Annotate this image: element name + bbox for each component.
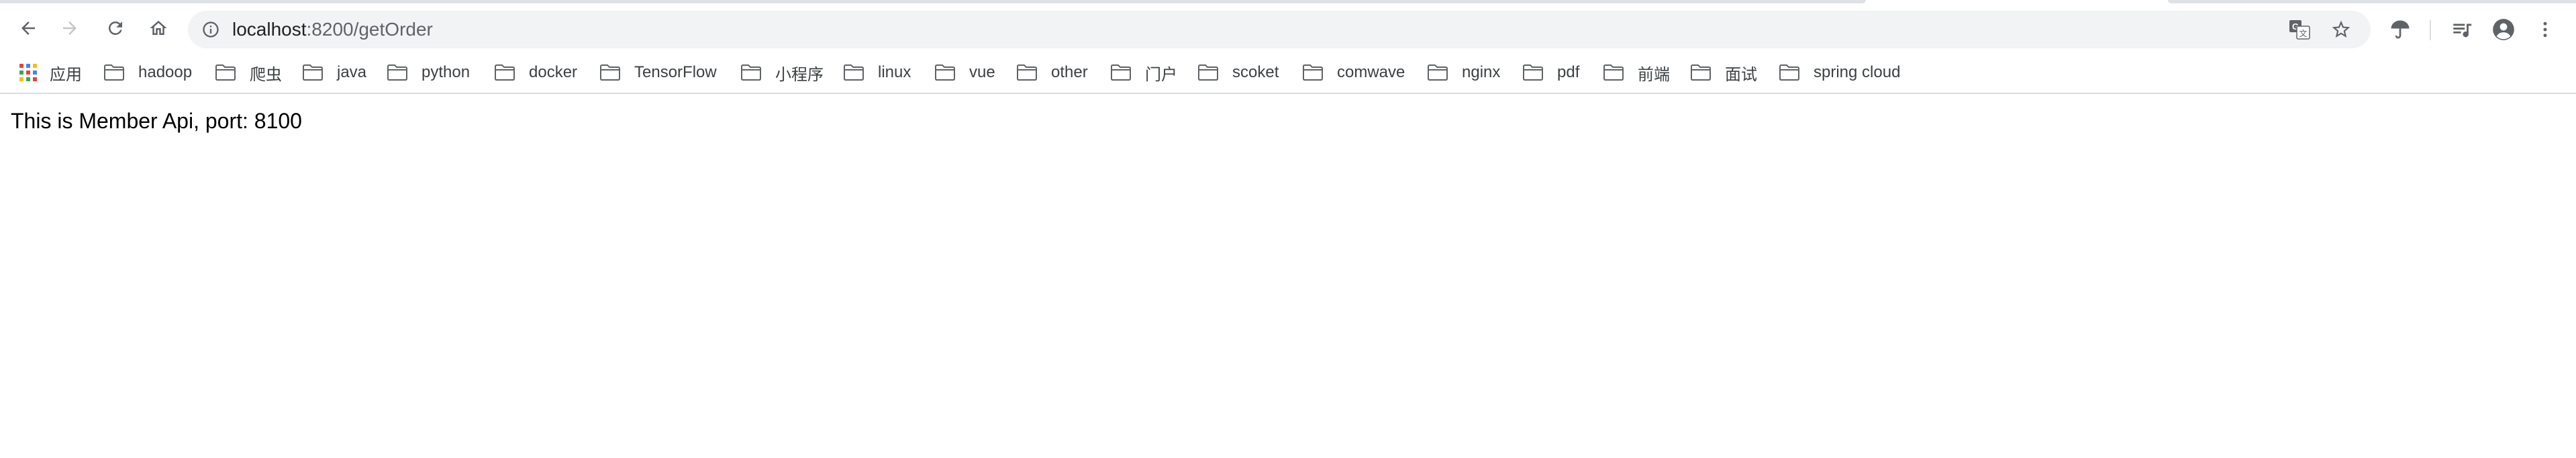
kebab-menu-icon [2543,21,2547,38]
address-url[interactable]: localhost:8200/getOrder [232,20,433,39]
bookmark-folder[interactable]: hadoop [103,60,192,85]
menu-button[interactable] [2532,16,2559,43]
address-bar[interactable]: localhost:8200/getOrder G 文 [188,11,2371,48]
address-host: localhost [232,19,307,40]
bookmark-folder[interactable]: 爬虫 [215,60,282,85]
profile-button[interactable] [2490,16,2517,43]
home-button[interactable] [141,11,176,46]
media-queue-button[interactable] [2448,16,2475,43]
bookmark-label: 面试 [1725,65,1757,84]
bookmark-folder[interactable]: vue [934,60,995,85]
bookmark-folder[interactable]: 小程序 [740,60,824,85]
folder-icon [495,64,515,81]
toolbar-divider [2430,20,2431,40]
bookmark-folder[interactable]: TensorFlow [599,60,717,85]
bookmark-label: 小程序 [775,65,824,84]
umbrella-icon [2391,20,2410,39]
folder-icon [215,64,236,81]
info-icon[interactable] [201,20,220,39]
folder-icon [1303,64,1323,81]
folder-icon [844,64,864,81]
address-path: :8200/getOrder [306,19,433,40]
folder-icon [935,64,955,81]
folder-icon [387,64,407,81]
home-icon [150,20,167,35]
bookmark-folder[interactable]: 门户 [1110,60,1177,85]
bookmark-label: 门户 [1145,65,1177,84]
folder-icon [1428,64,1448,81]
bookmark-label: nginx [1462,63,1501,81]
bookmark-label: TensorFlow [634,63,717,81]
bookmark-folder[interactable]: other [1016,60,1088,85]
bookmark-label: spring cloud [1814,63,1901,81]
arrow-left-icon [21,21,35,35]
folder-icon [1017,64,1037,81]
forward-button[interactable] [52,11,87,46]
reload-button[interactable] [98,11,133,46]
bookmark-label: scoket [1232,63,1279,81]
folder-icon [1603,64,1624,81]
translate-icon[interactable]: G 文 [2289,19,2310,40]
profile-icon [2493,19,2514,40]
bookmark-folder[interactable]: docker [494,60,577,85]
folder-icon [1691,64,1711,81]
tab-strip-segment [2168,0,2576,3]
bookmark-folder[interactable]: spring cloud [1779,60,1900,85]
bookmark-folder[interactable]: scoket [1197,60,1279,85]
bookmark-label: linux [878,63,911,81]
svg-text:文: 文 [2299,28,2307,38]
bookmark-label: vue [969,63,995,81]
bookmark-folder[interactable]: java [302,60,366,85]
folder-icon [303,64,323,81]
folder-icon [104,64,124,81]
bookmark-folder[interactable]: nginx [1427,60,1500,85]
browser-toolbar: localhost:8200/getOrder G 文 [0,4,2576,52]
reload-icon [108,21,122,35]
bookmark-label: 前端 [1638,65,1670,84]
apps-grid-icon [19,64,37,81]
folder-icon [600,64,620,81]
folder-icon [741,64,761,81]
bookmark-folder[interactable]: linux [843,60,911,85]
bookmark-folder[interactable]: python [387,60,470,85]
bookmark-label: docker [529,63,578,81]
folder-icon [1111,64,1131,81]
tab-strip-segment [0,0,1866,3]
star-icon[interactable] [2330,19,2352,40]
bookmark-label: 爬虫 [250,65,282,84]
page-content: This is Member Api, port: 8100 [0,94,2576,458]
folder-icon [1198,64,1218,81]
folder-icon [1779,64,1799,81]
bookmark-label: java [337,63,367,81]
bookmark-label: 应用 [50,65,82,84]
browser-window: localhost:8200/getOrder G 文 应用 hadoop 爬虫… [0,0,2576,458]
bookmark-folder[interactable]: 前端 [1603,60,1670,85]
bookmark-folder[interactable]: pdf [1522,60,1579,85]
bookmark-label: python [422,63,470,81]
media-queue-icon [2453,24,2472,38]
bookmark-label: other [1051,63,1088,81]
bookmark-folder[interactable]: comwave [1302,60,1405,85]
bookmark-label: hadoop [138,63,193,81]
folder-icon [1523,64,1543,81]
bookmarks-bar: 应用 hadoop 爬虫 java python docker TensorFl… [0,52,2576,94]
bookmark-label: pdf [1557,63,1580,81]
bookmark-folder[interactable]: 面试 [1690,60,1757,85]
back-button[interactable] [11,11,46,46]
umbrella-extension-icon[interactable] [2387,16,2414,43]
page-message: This is Member Api, port: 8100 [11,109,302,133]
bookmark-apps[interactable]: 应用 [19,60,82,85]
bookmark-label: comwave [1337,63,1405,81]
arrow-right-icon [63,21,77,35]
